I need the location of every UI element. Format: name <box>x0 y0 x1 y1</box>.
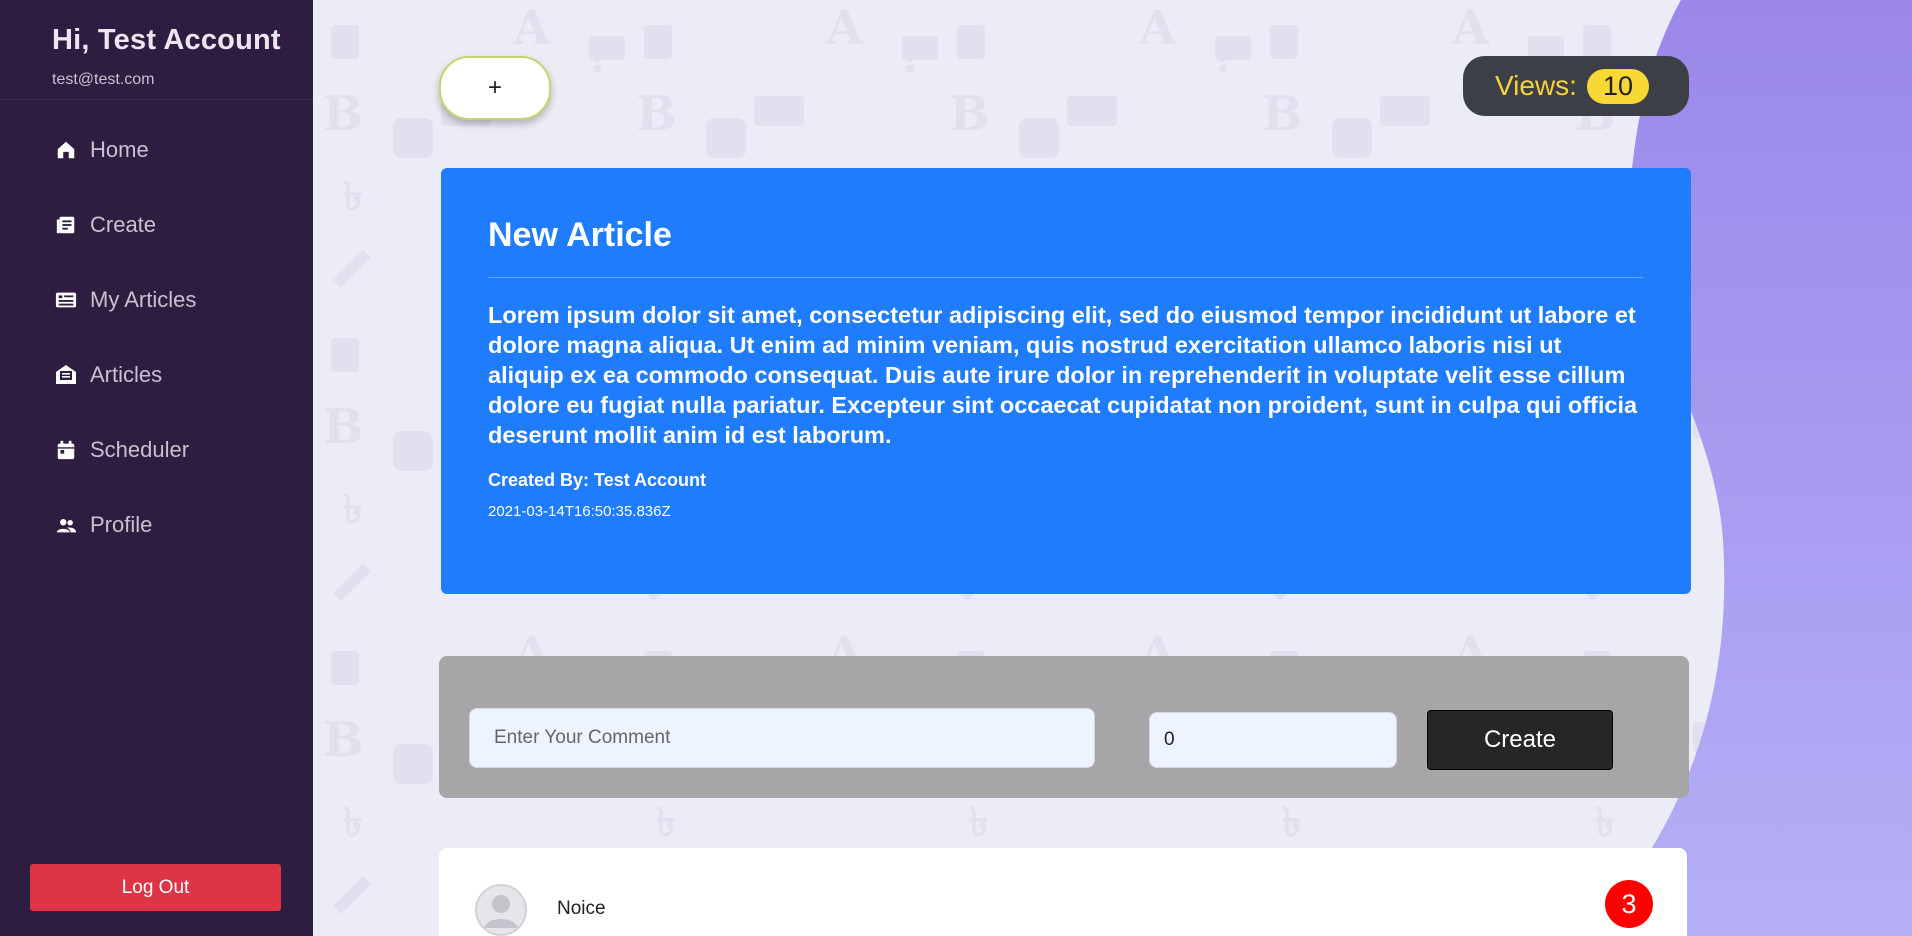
comment-item: Noice 3 <box>439 848 1687 936</box>
sidebar-item-label: Create <box>90 211 157 237</box>
calendar-icon <box>54 438 78 462</box>
sidebar-item-home[interactable]: Home <box>0 112 313 187</box>
article-body: Lorem ipsum dolor sit amet, consectetur … <box>488 302 1638 448</box>
comment-form: Create <box>439 656 1689 798</box>
sidebar-header: Hi, Test Account test@test.com <box>0 0 313 100</box>
comment-count-badge: 3 <box>1605 880 1653 928</box>
rating-input[interactable] <box>1149 712 1397 768</box>
article-card: New Article Lorem ipsum dolor sit amet, … <box>441 168 1691 594</box>
my-articles-icon <box>54 288 78 312</box>
comment-text: Noice <box>557 898 606 919</box>
views-label: Views: <box>1495 70 1577 101</box>
article-author: Created By: Test Account <box>488 470 707 490</box>
sidebar-item-label: My Articles <box>90 286 197 312</box>
comment-input[interactable] <box>469 708 1095 768</box>
views-count: 10 <box>1586 68 1650 104</box>
home-icon <box>54 138 78 162</box>
sidebar-item-articles[interactable]: Articles <box>0 337 313 412</box>
add-button[interactable]: + <box>439 56 551 120</box>
articles-icon <box>54 363 78 387</box>
sidebar-item-scheduler[interactable]: Scheduler <box>0 412 313 487</box>
avatar-icon <box>475 884 527 936</box>
create-comment-button[interactable]: Create <box>1427 710 1613 770</box>
sidebar-item-create[interactable]: Create <box>0 187 313 262</box>
views-counter: Views: 10 <box>1463 56 1689 116</box>
sidebar-item-label: Articles <box>90 361 163 387</box>
sidebar-item-label: Scheduler <box>90 436 190 462</box>
article-title: New Article <box>488 216 672 254</box>
sidebar-item-label: Profile <box>90 511 153 537</box>
article-date: 2021-03-14T16:50:35.836Z <box>488 503 671 520</box>
sidebar-nav: Home Create My Articles Articles Schedul… <box>0 112 313 562</box>
sidebar-item-profile[interactable]: Profile <box>0 487 313 562</box>
sidebar: Hi, Test Account test@test.com Home Crea… <box>0 0 313 936</box>
sidebar-item-my-articles[interactable]: My Articles <box>0 262 313 337</box>
create-icon <box>54 213 78 237</box>
article-divider <box>488 277 1643 278</box>
logout-button[interactable]: Log Out <box>30 864 281 911</box>
main-content: A B ! ৳ + Views: 10 New <box>313 0 1912 936</box>
user-greeting: Hi, Test Account <box>52 24 281 56</box>
sidebar-item-label: Home <box>90 136 149 162</box>
people-icon <box>54 513 78 537</box>
user-email: test@test.com <box>52 71 155 88</box>
